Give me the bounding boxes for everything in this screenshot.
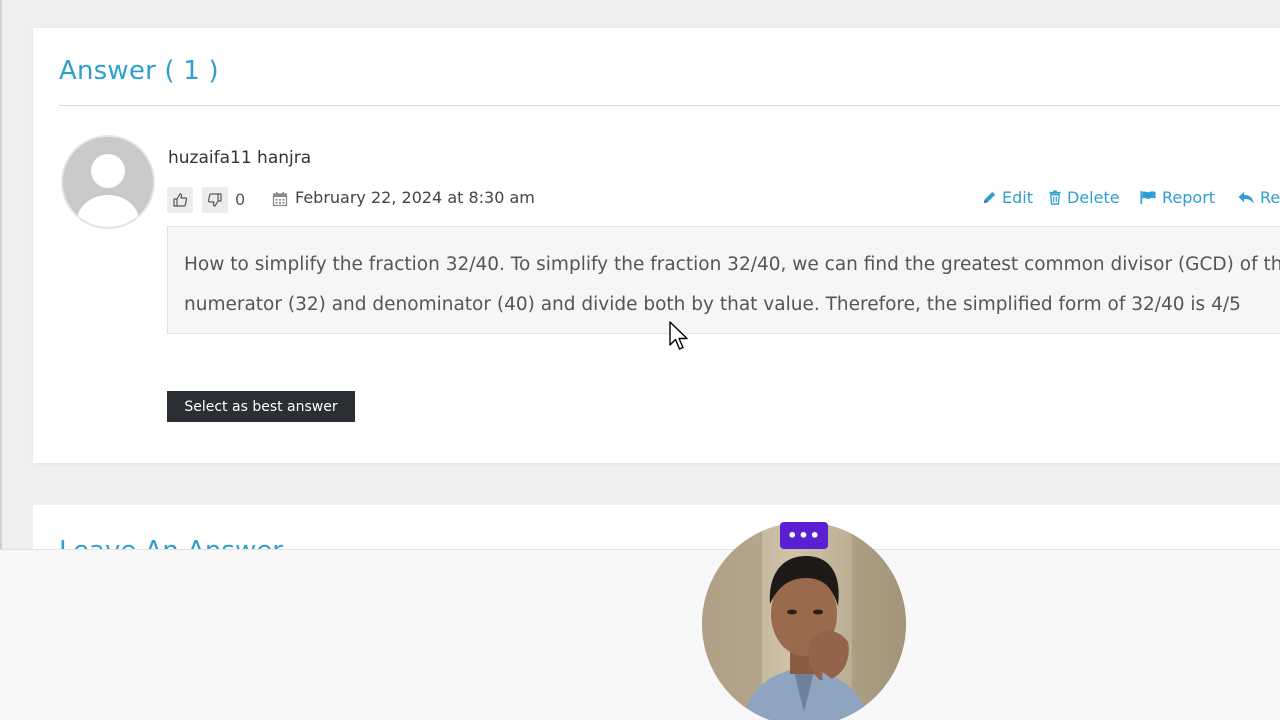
webcam-bubble[interactable]	[702, 522, 906, 720]
webcam-menu-button[interactable]: •••	[780, 522, 828, 549]
delete-link[interactable]: Delete	[1048, 188, 1120, 207]
upvote-button[interactable]	[167, 187, 193, 213]
report-label: Report	[1162, 188, 1216, 207]
reply-icon	[1238, 191, 1254, 204]
webcam-video	[702, 522, 906, 720]
page: Answer ( 1 ) huzaifa11 hanjra 0 February…	[0, 0, 1280, 720]
answer-content: How to simplify the fraction 32/40. To s…	[167, 226, 1280, 334]
delete-label: Delete	[1067, 188, 1120, 207]
pencil-icon	[983, 191, 996, 204]
avatar-placeholder-icon	[63, 137, 153, 227]
flag-icon	[1140, 190, 1156, 205]
vote-count: 0	[235, 190, 246, 209]
select-best-answer-button[interactable]: Select as best answer	[167, 391, 355, 422]
reply-link[interactable]: Re	[1237, 188, 1280, 207]
answers-heading: Answer ( 1 )	[59, 56, 219, 86]
thumbs-down-icon	[207, 193, 222, 207]
mouse-cursor-icon	[669, 321, 688, 350]
edit-label: Edit	[1002, 188, 1033, 207]
author-avatar[interactable]	[61, 135, 155, 229]
answer-text: How to simplify the fraction 32/40. To s…	[184, 254, 1280, 315]
answer-card: Answer ( 1 ) huzaifa11 hanjra 0 February…	[33, 28, 1280, 463]
thumbs-up-icon	[173, 193, 188, 207]
downvote-button[interactable]	[202, 187, 228, 213]
heading-divider	[59, 105, 1280, 106]
reply-label: Re	[1260, 188, 1280, 207]
report-link[interactable]: Report	[1139, 188, 1215, 207]
calendar-icon	[272, 192, 288, 207]
post-date: February 22, 2024 at 8:30 am	[295, 188, 535, 207]
trash-icon	[1049, 190, 1061, 205]
author-name[interactable]: huzaifa11 hanjra	[168, 148, 311, 168]
overlay-panel	[0, 549, 1280, 720]
edit-link[interactable]: Edit	[982, 188, 1033, 207]
